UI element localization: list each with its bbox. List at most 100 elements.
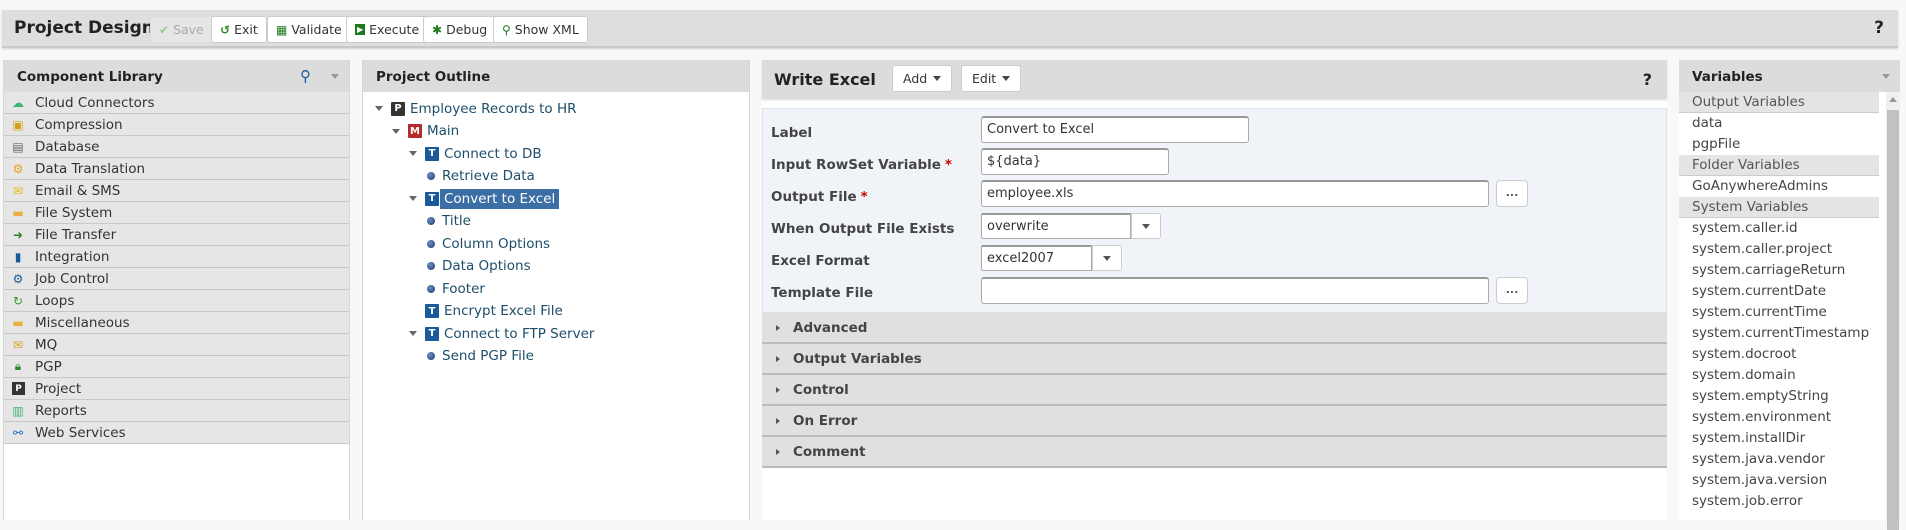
file-transfer-icon: ➜ (12, 227, 24, 242)
library-item-mq[interactable]: ✉ MQ (4, 334, 349, 356)
tree-node[interactable]: T Convert to Excel (363, 188, 749, 209)
variable-group-header: System Variables (1679, 197, 1879, 218)
tree-node[interactable]: Retrieve Data (363, 166, 749, 187)
library-item-compression[interactable]: ▣ Compression (4, 114, 349, 136)
variable-item[interactable]: data (1679, 113, 1879, 134)
section-comment[interactable]: Comment (762, 437, 1667, 468)
library-item-loops[interactable]: ↻ Loops (4, 290, 349, 312)
rowset-variable-input[interactable]: ${data} (981, 148, 1169, 175)
variable-item[interactable]: system.java.vendor (1679, 449, 1879, 470)
search-icon[interactable]: ⚲ (300, 67, 311, 85)
tree-node[interactable]: Send PGP File (363, 346, 749, 367)
variable-item[interactable]: system.currentTime (1679, 302, 1879, 323)
caret-down-icon (1002, 76, 1011, 81)
rowset-field-label: Input RowSet Variable * (771, 157, 952, 173)
debug-button[interactable]: ✱ Debug (423, 16, 497, 43)
tree-node[interactable]: T Connect to DB (363, 143, 749, 164)
component-library-panel: Component Library ⚲ ☁ Cloud Connectors ▣ Co… (3, 60, 350, 520)
show-xml-button[interactable]: ⚲ Show XML (493, 16, 588, 43)
task-icon: T (425, 146, 439, 161)
library-item-pgp[interactable]: 🔒︎ PGP (4, 356, 349, 378)
variable-item[interactable]: system.job.error (1679, 491, 1879, 512)
save-button[interactable]: ✔ Save (150, 16, 213, 43)
check-icon: ✔ (159, 22, 170, 37)
variable-item[interactable]: system.currentDate (1679, 281, 1879, 302)
variable-group-header: Output Variables (1679, 92, 1879, 113)
undo-icon: ↺ (220, 22, 231, 37)
variable-item[interactable]: system.currentTimestamp (1679, 323, 1879, 344)
dropdown-button[interactable] (1092, 245, 1122, 271)
project-outline-panel: Project Outline P Employee Records to HR M… (362, 60, 750, 520)
variable-item[interactable]: system.caller.id (1679, 218, 1879, 239)
variables-scrollbar[interactable] (1886, 92, 1900, 530)
panel-menu-caret[interactable] (331, 74, 339, 79)
tree-node[interactable]: Column Options (363, 233, 749, 254)
help-icon[interactable]: ? (1874, 18, 1884, 38)
section-on-error[interactable]: On Error (762, 406, 1667, 437)
template-file-input[interactable] (981, 277, 1489, 304)
tree-node[interactable]: Footer (363, 278, 749, 299)
edit-menu-button[interactable]: Edit (961, 65, 1022, 92)
variable-item[interactable]: system.domain (1679, 365, 1879, 386)
panel-menu-caret[interactable] (1882, 74, 1890, 79)
exit-button[interactable]: ↺ Exit (211, 16, 267, 43)
tree-node[interactable]: Title (363, 211, 749, 232)
section-label: Advanced (793, 319, 868, 336)
add-menu-button[interactable]: Add (892, 65, 953, 92)
variable-item[interactable]: pgpFile (1679, 134, 1879, 155)
execute-button[interactable]: ▶ Execute (346, 16, 429, 43)
output-file-input[interactable]: employee.xls (981, 180, 1489, 207)
scrollbar-thumb[interactable] (1887, 110, 1899, 530)
library-item-cloud-connectors[interactable]: ☁ Cloud Connectors (4, 92, 349, 114)
required-marker: * (944, 157, 952, 173)
globe-icon: ⚯ (12, 425, 24, 440)
dropdown-button[interactable] (1131, 213, 1161, 239)
section-label: On Error (793, 412, 858, 429)
section-output-variables[interactable]: Output Variables (762, 344, 1667, 375)
library-item-job-control[interactable]: ⚙ Job Control (4, 268, 349, 290)
expand-toggle-icon[interactable] (409, 196, 417, 201)
tree-node[interactable]: M Main (363, 121, 749, 142)
browse-output-file-button[interactable]: ... (1496, 180, 1528, 207)
tree-node[interactable]: T Connect to FTP Server (363, 323, 749, 344)
grid-icon: ▦ (276, 22, 288, 37)
variable-item[interactable]: system.carriageReturn (1679, 260, 1879, 281)
variable-item[interactable]: GoAnywhereAdmins (1679, 176, 1879, 197)
tree-node[interactable]: P Employee Records to HR (363, 98, 749, 119)
library-item-file-transfer[interactable]: ➜ File Transfer (4, 224, 349, 246)
project-icon: P (391, 101, 405, 116)
section-label: Comment (793, 443, 866, 460)
expand-toggle-icon[interactable] (392, 128, 400, 134)
variable-item[interactable]: system.docroot (1679, 344, 1879, 365)
library-item-database[interactable]: ▤ Database (4, 136, 349, 158)
variable-item[interactable]: system.caller.project (1679, 239, 1879, 260)
expand-toggle-icon[interactable] (409, 151, 417, 156)
section-control[interactable]: Control (762, 375, 1667, 406)
library-item-integration[interactable]: ▮ Integration (4, 246, 349, 268)
variable-item[interactable]: system.environment (1679, 407, 1879, 428)
tree-node[interactable]: T Encrypt Excel File (363, 301, 749, 322)
section-advanced[interactable]: Advanced (762, 313, 1667, 344)
help-icon[interactable]: ? (1643, 70, 1652, 89)
library-item-project[interactable]: P Project (4, 378, 349, 400)
library-item-miscellaneous[interactable]: ▬ Miscellaneous (4, 312, 349, 334)
expand-toggle-icon[interactable] (409, 331, 417, 336)
variable-item[interactable]: system.installDir (1679, 428, 1879, 449)
element-bullet-icon (427, 172, 435, 180)
scroll-up-arrow[interactable] (1889, 97, 1897, 102)
library-item-reports[interactable]: ▥ Reports (4, 400, 349, 422)
library-item-web-services[interactable]: ⚯ Web Services (4, 422, 349, 444)
excel-format-select[interactable]: excel2007 (981, 245, 1122, 271)
tree-node[interactable]: Data Options (363, 256, 749, 277)
browse-template-file-button[interactable]: ... (1496, 277, 1528, 304)
expand-toggle-icon[interactable] (375, 106, 383, 111)
when-exists-select[interactable]: overwrite (981, 213, 1161, 239)
variable-item[interactable]: system.emptyString (1679, 386, 1879, 407)
variable-item[interactable]: system.java.version (1679, 470, 1879, 491)
label-input[interactable]: Convert to Excel (981, 116, 1249, 143)
library-item-email-sms[interactable]: ✉ Email & SMS (4, 180, 349, 202)
loop-icon: ↻ (12, 293, 24, 308)
validate-button[interactable]: ▦ Validate (267, 16, 351, 43)
library-item-file-system[interactable]: ▬ File System (4, 202, 349, 224)
library-item-data-translation[interactable]: ⚙ Data Translation (4, 158, 349, 180)
